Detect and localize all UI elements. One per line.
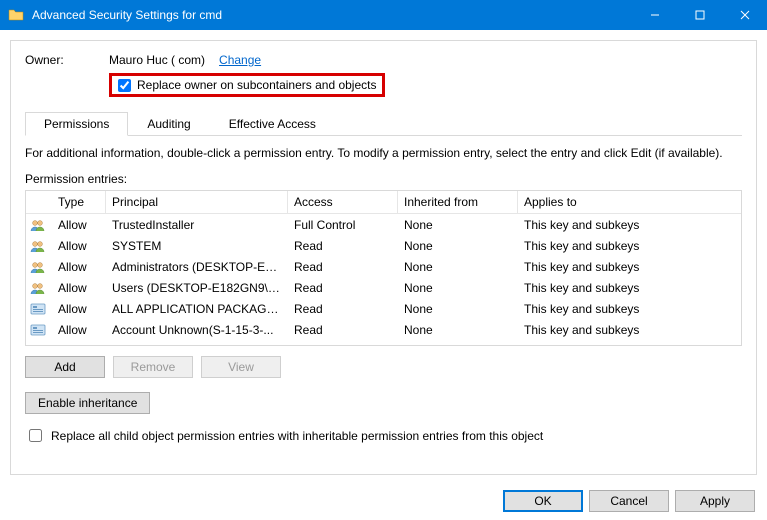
cell-type: Allow xyxy=(52,237,106,255)
permission-entries-label: Permission entries: xyxy=(25,172,742,186)
cell-type: Allow xyxy=(52,258,106,276)
cancel-button[interactable]: Cancel xyxy=(589,490,669,512)
table-row[interactable]: AllowSYSTEMReadNoneThis key and subkeys xyxy=(26,235,741,256)
change-owner-link[interactable]: Change xyxy=(219,53,261,67)
cell-inherited: None xyxy=(398,237,518,255)
folder-icon xyxy=(8,7,24,23)
table-header: Type Principal Access Inherited from App… xyxy=(26,191,741,214)
dialog-content: Owner: Mauro Huc ( com) Change Replace o… xyxy=(0,30,767,520)
tab-effective-access[interactable]: Effective Access xyxy=(210,112,335,136)
replace-owner-label: Replace owner on subcontainers and objec… xyxy=(137,78,376,92)
cell-inherited: None xyxy=(398,300,518,318)
cell-type: Allow xyxy=(52,300,106,318)
col-applies[interactable]: Applies to xyxy=(518,191,741,213)
cell-access: Read xyxy=(288,237,398,255)
cell-inherited: None xyxy=(398,216,518,234)
window-controls xyxy=(632,0,767,30)
tab-permissions[interactable]: Permissions xyxy=(25,112,128,136)
owner-row: Owner: Mauro Huc ( com) Change xyxy=(25,53,742,67)
replace-all-checkbox[interactable] xyxy=(29,429,42,442)
minimize-button[interactable] xyxy=(632,0,677,30)
tab-auditing[interactable]: Auditing xyxy=(128,112,209,136)
info-text: For additional information, double-click… xyxy=(25,146,742,160)
cell-applies: This key and subkeys xyxy=(518,258,741,276)
entry-buttons: Add Remove View xyxy=(25,356,742,378)
cell-type: Allow xyxy=(52,279,106,297)
table-row[interactable]: AllowAccount Unknown(S-1-15-3-...ReadNon… xyxy=(26,319,741,340)
cell-principal: Account Unknown(S-1-15-3-... xyxy=(106,321,288,339)
cell-access: Read xyxy=(288,258,398,276)
tabs: Permissions Auditing Effective Access xyxy=(25,111,742,136)
cell-applies: This key and subkeys xyxy=(518,237,741,255)
cell-type: Allow xyxy=(52,216,106,234)
entry-icon xyxy=(26,218,52,232)
close-button[interactable] xyxy=(722,0,767,30)
view-button: View xyxy=(201,356,281,378)
col-inherited[interactable]: Inherited from xyxy=(398,191,518,213)
entry-icon xyxy=(26,281,52,295)
cell-access: Read xyxy=(288,300,398,318)
cell-access: Full Control xyxy=(288,216,398,234)
replace-all-label: Replace all child object permission entr… xyxy=(51,429,543,443)
remove-button: Remove xyxy=(113,356,193,378)
cell-applies: This key and subkeys xyxy=(518,216,741,234)
col-access[interactable]: Access xyxy=(288,191,398,213)
table-row[interactable]: AllowTrustedInstallerFull ControlNoneThi… xyxy=(26,214,741,235)
cell-applies: This key and subkeys xyxy=(518,279,741,297)
cell-applies: This key and subkeys xyxy=(518,321,741,339)
table-row[interactable]: AllowAdministrators (DESKTOP-E18...ReadN… xyxy=(26,256,741,277)
cell-type: Allow xyxy=(52,321,106,339)
dialog-buttons: OK Cancel Apply xyxy=(503,490,755,512)
cell-inherited: None xyxy=(398,321,518,339)
titlebar: Advanced Security Settings for cmd xyxy=(0,0,767,30)
entry-icon xyxy=(26,302,52,316)
owner-label: Owner: xyxy=(25,53,109,67)
apply-button[interactable]: Apply xyxy=(675,490,755,512)
add-button[interactable]: Add xyxy=(25,356,105,378)
cell-principal: Administrators (DESKTOP-E18... xyxy=(106,258,288,276)
entry-icon xyxy=(26,260,52,274)
table-row[interactable]: AllowALL APPLICATION PACKAGESReadNoneThi… xyxy=(26,298,741,319)
ok-button[interactable]: OK xyxy=(503,490,583,512)
window-title: Advanced Security Settings for cmd xyxy=(32,8,632,22)
cell-principal: ALL APPLICATION PACKAGES xyxy=(106,300,288,318)
col-principal[interactable]: Principal xyxy=(106,191,288,213)
entry-icon xyxy=(26,323,52,337)
enable-inheritance-button[interactable]: Enable inheritance xyxy=(25,392,150,414)
col-type[interactable]: Type xyxy=(52,191,106,213)
replace-owner-checkbox[interactable] xyxy=(118,79,131,92)
cell-principal: TrustedInstaller xyxy=(106,216,288,234)
cell-access: Read xyxy=(288,321,398,339)
cell-principal: Users (DESKTOP-E182GN9\Us... xyxy=(106,279,288,297)
table-body: AllowTrustedInstallerFull ControlNoneThi… xyxy=(26,214,741,340)
maximize-button[interactable] xyxy=(677,0,722,30)
replace-all-row: Replace all child object permission entr… xyxy=(25,426,742,445)
permission-entries-table[interactable]: Type Principal Access Inherited from App… xyxy=(25,190,742,346)
cell-inherited: None xyxy=(398,258,518,276)
replace-owner-highlight: Replace owner on subcontainers and objec… xyxy=(109,73,385,97)
owner-name: Mauro Huc ( com) xyxy=(109,53,205,67)
inner-frame: Owner: Mauro Huc ( com) Change Replace o… xyxy=(10,40,757,475)
cell-principal: SYSTEM xyxy=(106,237,288,255)
cell-applies: This key and subkeys xyxy=(518,300,741,318)
enable-inheritance-row: Enable inheritance xyxy=(25,392,742,414)
cell-inherited: None xyxy=(398,279,518,297)
cell-access: Read xyxy=(288,279,398,297)
entry-icon xyxy=(26,239,52,253)
table-row[interactable]: AllowUsers (DESKTOP-E182GN9\Us...ReadNon… xyxy=(26,277,741,298)
